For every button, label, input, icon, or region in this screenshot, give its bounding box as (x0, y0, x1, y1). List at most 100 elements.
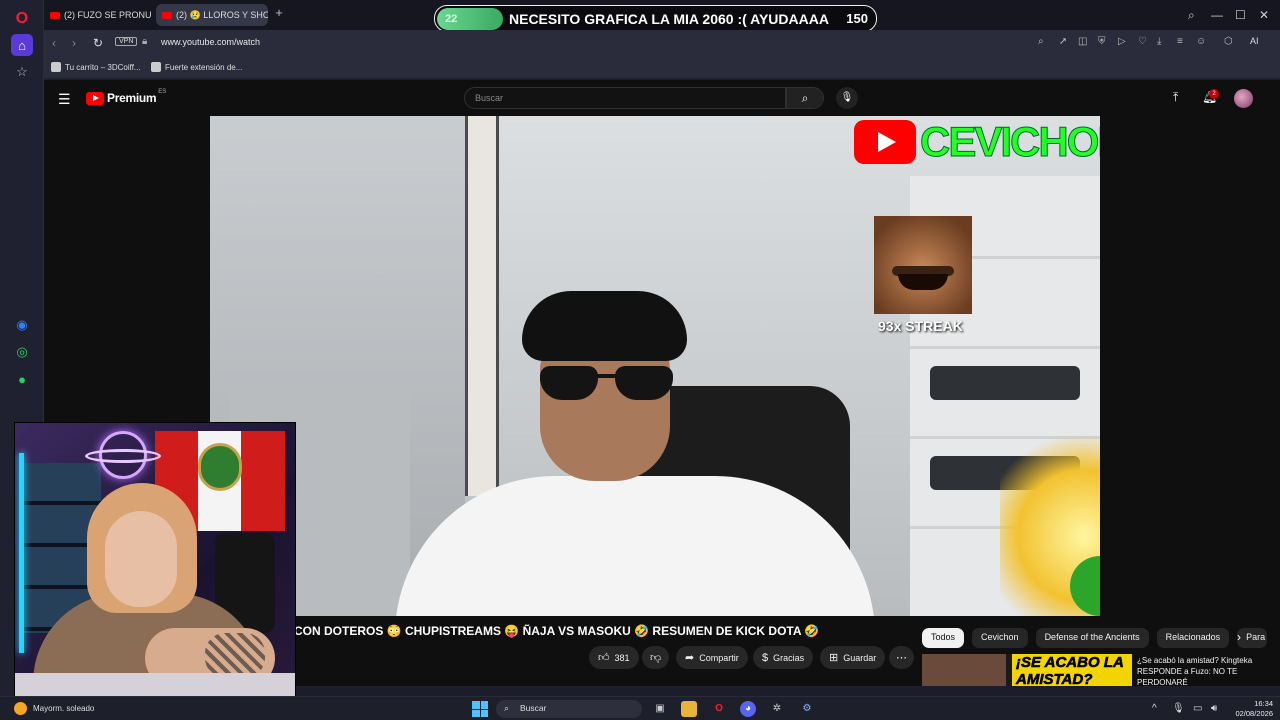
profile-icon[interactable]: ☺ (1196, 36, 1206, 47)
tray-display-icon[interactable]: ▭ (1193, 703, 1202, 714)
search-tabs-icon[interactable]: ⌕ (1188, 8, 1195, 23)
like-button[interactable]: 👍︎ 381 (589, 646, 639, 669)
avatar[interactable] (1234, 89, 1253, 108)
vpn-badge[interactable]: VPN (115, 37, 138, 46)
spotify-icon[interactable]: ● (11, 368, 33, 390)
whatsapp-icon[interactable]: ◎ (11, 341, 33, 363)
settings-gear-icon[interactable]: ⚙ (799, 701, 815, 717)
chevron-right-icon[interactable]: › (1237, 630, 1241, 644)
search-icon[interactable]: ⌕ (786, 87, 824, 109)
opera-taskbar-icon[interactable]: O (711, 701, 727, 717)
youtube-favicon-icon (50, 11, 60, 19)
chip-para[interactable]: Para (1237, 628, 1268, 648)
goal-progress-pill: 22 (437, 7, 503, 30)
arm-tattoo (205, 633, 265, 678)
address-bar: ‹ › ↻ VPN 🔒︎ www.youtube.com/watch ⌕ ➚ ◫… (44, 30, 1280, 56)
bookmarks-bar: Tu carrito – 3DCoiff... Fuerte extensión… (44, 56, 1280, 79)
streamer-face (105, 511, 177, 607)
bookmark-item[interactable]: Fuerte extensión de... (151, 62, 242, 72)
more-options-button[interactable]: ⋯ (889, 646, 914, 669)
sun-icon[interactable] (14, 702, 27, 715)
menu-icon[interactable]: ≡ (1177, 36, 1183, 47)
bookmark-item[interactable]: Tu carrito – 3DCoiff... (51, 62, 141, 72)
youtube-header: ☰ Premium ES Buscar ⌕ 🎙︎ ⤒ 🔔︎ 2 (44, 80, 1280, 116)
back-icon[interactable]: ‹ (52, 36, 56, 50)
chip-relacionados[interactable]: Relacionados (1156, 628, 1230, 648)
logo-text: Premium (107, 91, 157, 105)
discord-icon[interactable]: ◕ (740, 701, 756, 717)
save-icon: ⊞ (829, 652, 839, 664)
weather-text[interactable]: Mayorm. soleado (33, 704, 94, 713)
task-view-icon[interactable]: ▣ (652, 701, 668, 717)
send-icon[interactable]: ➚ (1059, 36, 1067, 47)
star-icon[interactable]: ☆ (11, 61, 33, 83)
youtube-play-icon (86, 91, 104, 105)
share-button[interactable]: ➦ Compartir (676, 646, 748, 669)
screen: O ⌂ ☆ ◉ ◎ ● (2) FUZO SE PRONUNCIA (2) 😢 … (0, 0, 1280, 720)
shield-icon[interactable]: ⛨ (1098, 36, 1106, 47)
tray-chevron-up-icon[interactable]: ^ (1152, 703, 1157, 714)
microphone-icon[interactable]: 🎙︎ (836, 87, 858, 109)
lock-icon[interactable]: 🔒︎ (142, 36, 147, 47)
like-count: 381 (614, 652, 630, 663)
home-icon[interactable]: ⌂ (11, 34, 33, 56)
file-explorer-icon[interactable] (681, 701, 697, 717)
reload-icon[interactable]: ↻ (93, 36, 103, 50)
chip-cevichon[interactable]: Cevichon (972, 628, 1028, 648)
recommendation-title[interactable]: ¿Se acabó la amistad? Kingteka RESPONDE … (1137, 655, 1277, 688)
play-icon[interactable]: ▷ (1118, 36, 1126, 47)
taskbar-clock[interactable]: 16:34 02/08/2026 (1229, 699, 1273, 719)
search-icon: ⌕ (504, 703, 510, 713)
tray-mic-icon[interactable]: 🎙︎ (1172, 703, 1185, 714)
thanks-icon: $ (762, 651, 769, 664)
minimize-icon[interactable]: — (1211, 8, 1223, 22)
clock-time: 16:34 (1254, 699, 1273, 708)
save-button[interactable]: ⊞ Guardar (820, 646, 886, 669)
thanks-button[interactable]: $ Gracias (753, 646, 814, 669)
maximize-icon[interactable]: ☐ (1235, 8, 1246, 22)
chip-dota[interactable]: Defense of the Ancients (1035, 628, 1149, 648)
upload-icon[interactable]: ⤒ (1173, 90, 1178, 105)
cevichon-text: CEVICHON (920, 118, 1100, 166)
laughing-meme-image (874, 216, 972, 314)
download-icon[interactable]: ⤓ (1157, 36, 1161, 47)
hamburger-menu-icon[interactable]: ☰ (58, 91, 71, 108)
chatgpt-icon[interactable]: ✲ (769, 701, 785, 717)
forward-icon[interactable]: › (72, 36, 76, 50)
peru-crest (198, 443, 242, 491)
aria-ai-button[interactable]: AI (1250, 36, 1259, 46)
recommendation-thumbnail[interactable]: ¡SE ACABO LA AMISTAD? (922, 654, 1132, 686)
opera-logo-icon[interactable]: O (11, 8, 33, 30)
dislike-button[interactable]: 👎︎ (642, 646, 670, 669)
chip-todos[interactable]: Todos (922, 628, 965, 648)
tab-lloros-active[interactable]: (2) 😢 LLOROS Y SHO (156, 4, 268, 26)
goal-target: 150 (846, 11, 868, 26)
heart-icon[interactable]: ♡ (1138, 36, 1147, 47)
video-player[interactable]: CEVICHON 93x STREAK (210, 116, 1100, 616)
youtube-logo[interactable]: Premium ES (86, 89, 167, 105)
windows-start-icon[interactable] (472, 701, 488, 717)
extensions-icon[interactable]: ⬡ (1224, 36, 1233, 47)
zoom-icon[interactable]: ⌕ (1038, 36, 1044, 47)
tab-fuzo[interactable]: (2) FUZO SE PRONUNCIA (44, 4, 152, 26)
bookmark-favicon-icon (151, 62, 161, 72)
camera-icon[interactable]: ◫ (1078, 36, 1087, 47)
windows-taskbar: Mayorm. soleado ⌕ Buscar ▣ O ◕ ✲ ⚙ ^ 🎙︎ … (0, 696, 1280, 720)
search-input[interactable]: Buscar (464, 87, 786, 109)
thanks-label: Gracias (773, 652, 805, 663)
youtube-favicon-icon (162, 11, 172, 19)
room-door (465, 116, 499, 496)
taskbar-search-input[interactable]: ⌕ Buscar (496, 700, 642, 718)
notification-badge: 2 (1209, 89, 1219, 99)
tray-volume-icon[interactable]: 🔊︎ (1211, 703, 1217, 714)
goal-text: NECESITO GRAFICA LA MIA 2060 :( AYUDAAAA (509, 10, 829, 27)
streak-text: 93x STREAK (878, 318, 963, 334)
country-code: ES (158, 89, 167, 95)
messenger-icon[interactable]: ◉ (11, 314, 33, 336)
filter-chips: Todos Cevichon Defense of the Ancients R… (922, 628, 1268, 648)
tab-label: (2) 😢 LLOROS Y SHO (176, 9, 268, 20)
new-tab-plus-icon[interactable]: + (272, 6, 286, 20)
close-icon[interactable]: ✕ (1259, 8, 1269, 22)
url-field[interactable]: www.youtube.com/watch (161, 37, 260, 47)
youtube-play-icon (854, 120, 916, 164)
